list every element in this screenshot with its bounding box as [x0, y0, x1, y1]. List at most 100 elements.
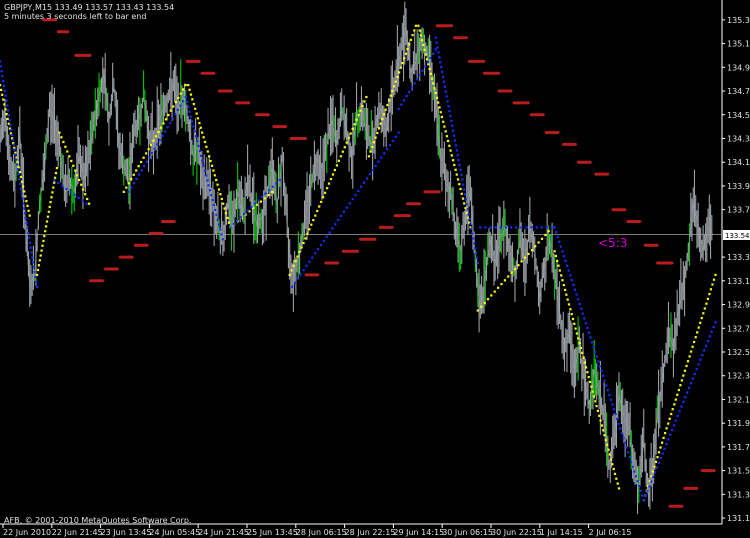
blue-dot — [564, 259, 567, 263]
blue-dot — [239, 216, 242, 219]
blue-dot — [504, 226, 508, 229]
yellow-dot — [23, 190, 26, 193]
yellow-dot — [444, 130, 447, 133]
blue-dot — [636, 480, 639, 483]
yellow-dot — [439, 111, 442, 114]
blue-dot — [703, 349, 706, 352]
blue-dot — [510, 226, 513, 229]
yellow-dot — [306, 232, 309, 235]
yellow-dot — [349, 132, 352, 135]
blue-dot — [397, 131, 400, 134]
yellow-dot — [140, 160, 143, 164]
blue-dot — [243, 212, 246, 215]
blue-dot — [614, 413, 617, 416]
yellow-dot — [674, 398, 677, 401]
yellow-dot — [578, 342, 581, 345]
blue-dot — [293, 281, 297, 284]
price-chart[interactable]: 135.35 135.15 134.95 134.75 134.55 134.35 134.… — [0, 0, 750, 538]
red-dash — [611, 208, 627, 212]
yellow-dot — [263, 197, 266, 200]
blue-dot — [418, 73, 421, 76]
blue-dot — [413, 82, 416, 85]
yellow-dot — [599, 419, 602, 422]
yellow-dot — [442, 120, 445, 123]
blue-dot — [1, 75, 4, 78]
blue-dot — [642, 499, 645, 502]
blue-dot — [250, 206, 253, 209]
yellow-dot — [527, 252, 530, 255]
yellow-dot — [47, 210, 50, 213]
y-tick-label: 133.35 — [727, 253, 750, 262]
blue-dot — [452, 129, 455, 132]
yellow-dot — [17, 166, 20, 169]
blue-dot — [207, 184, 210, 187]
blue-dot — [182, 100, 185, 103]
yellow-dot — [667, 422, 670, 425]
blue-dot — [697, 363, 700, 366]
yellow-dot — [586, 371, 589, 374]
blue-dot — [342, 210, 345, 213]
red-dash — [656, 261, 674, 265]
blue-dot — [576, 298, 580, 301]
blue-dot — [6, 104, 9, 107]
blue-dot — [619, 427, 622, 430]
blue-dot — [575, 293, 578, 296]
yellow-dot — [696, 331, 699, 334]
y-tick-label: 133.95 — [727, 182, 750, 191]
blue-dot — [203, 169, 206, 172]
yellow-dot — [679, 384, 682, 387]
yellow-dot — [308, 228, 311, 231]
blue-dot — [331, 227, 334, 230]
blue-dot — [494, 226, 497, 229]
yellow-dot — [18, 171, 21, 174]
blue-dot — [188, 110, 191, 113]
yellow-dot — [709, 288, 712, 291]
blue-dot — [451, 124, 454, 127]
blue-dot — [424, 65, 427, 68]
yellow-dot — [36, 268, 40, 272]
yellow-dot — [39, 254, 42, 257]
blue-dot — [9, 124, 12, 127]
blue-dot — [689, 382, 693, 385]
blue-dot — [211, 198, 214, 202]
blue-dot — [354, 194, 357, 197]
blue-dot — [206, 179, 209, 182]
yellow-dot — [513, 267, 517, 271]
yellow-dot — [198, 122, 201, 125]
blue-dot — [600, 369, 603, 373]
yellow-dot — [292, 264, 295, 267]
yellow-dot — [602, 429, 605, 432]
blue-dot — [20, 192, 23, 195]
yellow-dot — [694, 336, 697, 339]
yellow-dot — [611, 463, 614, 466]
yellow-dot — [42, 239, 45, 242]
blue-dot — [462, 183, 465, 186]
blue-dot — [132, 182, 135, 185]
yellow-dot — [554, 254, 557, 258]
blue-dot — [592, 346, 595, 349]
yellow-dot — [381, 117, 384, 121]
red-dash — [217, 89, 233, 93]
yellow-dot — [693, 340, 696, 344]
yellow-dot — [220, 197, 223, 201]
blue-dot — [268, 189, 271, 192]
yellow-dot — [167, 113, 170, 117]
yellow-dot — [540, 237, 544, 240]
blue-dot — [455, 149, 458, 152]
yellow-dot — [320, 200, 323, 203]
blue-dot — [449, 114, 452, 118]
yellow-dot — [72, 164, 75, 167]
yellow-dot — [337, 159, 340, 162]
yellow-dot — [454, 168, 457, 171]
blue-dot — [475, 257, 478, 260]
blue-dot — [17, 173, 20, 176]
yellow-dot — [49, 201, 52, 204]
yellow-dot — [433, 87, 436, 90]
blue-dot — [143, 164, 146, 168]
red-dash — [148, 231, 164, 235]
yellow-dot — [585, 366, 588, 369]
yellow-dot — [607, 448, 610, 451]
blue-dot — [648, 485, 651, 488]
blue-dot — [61, 184, 64, 187]
yellow-dot — [656, 456, 659, 459]
